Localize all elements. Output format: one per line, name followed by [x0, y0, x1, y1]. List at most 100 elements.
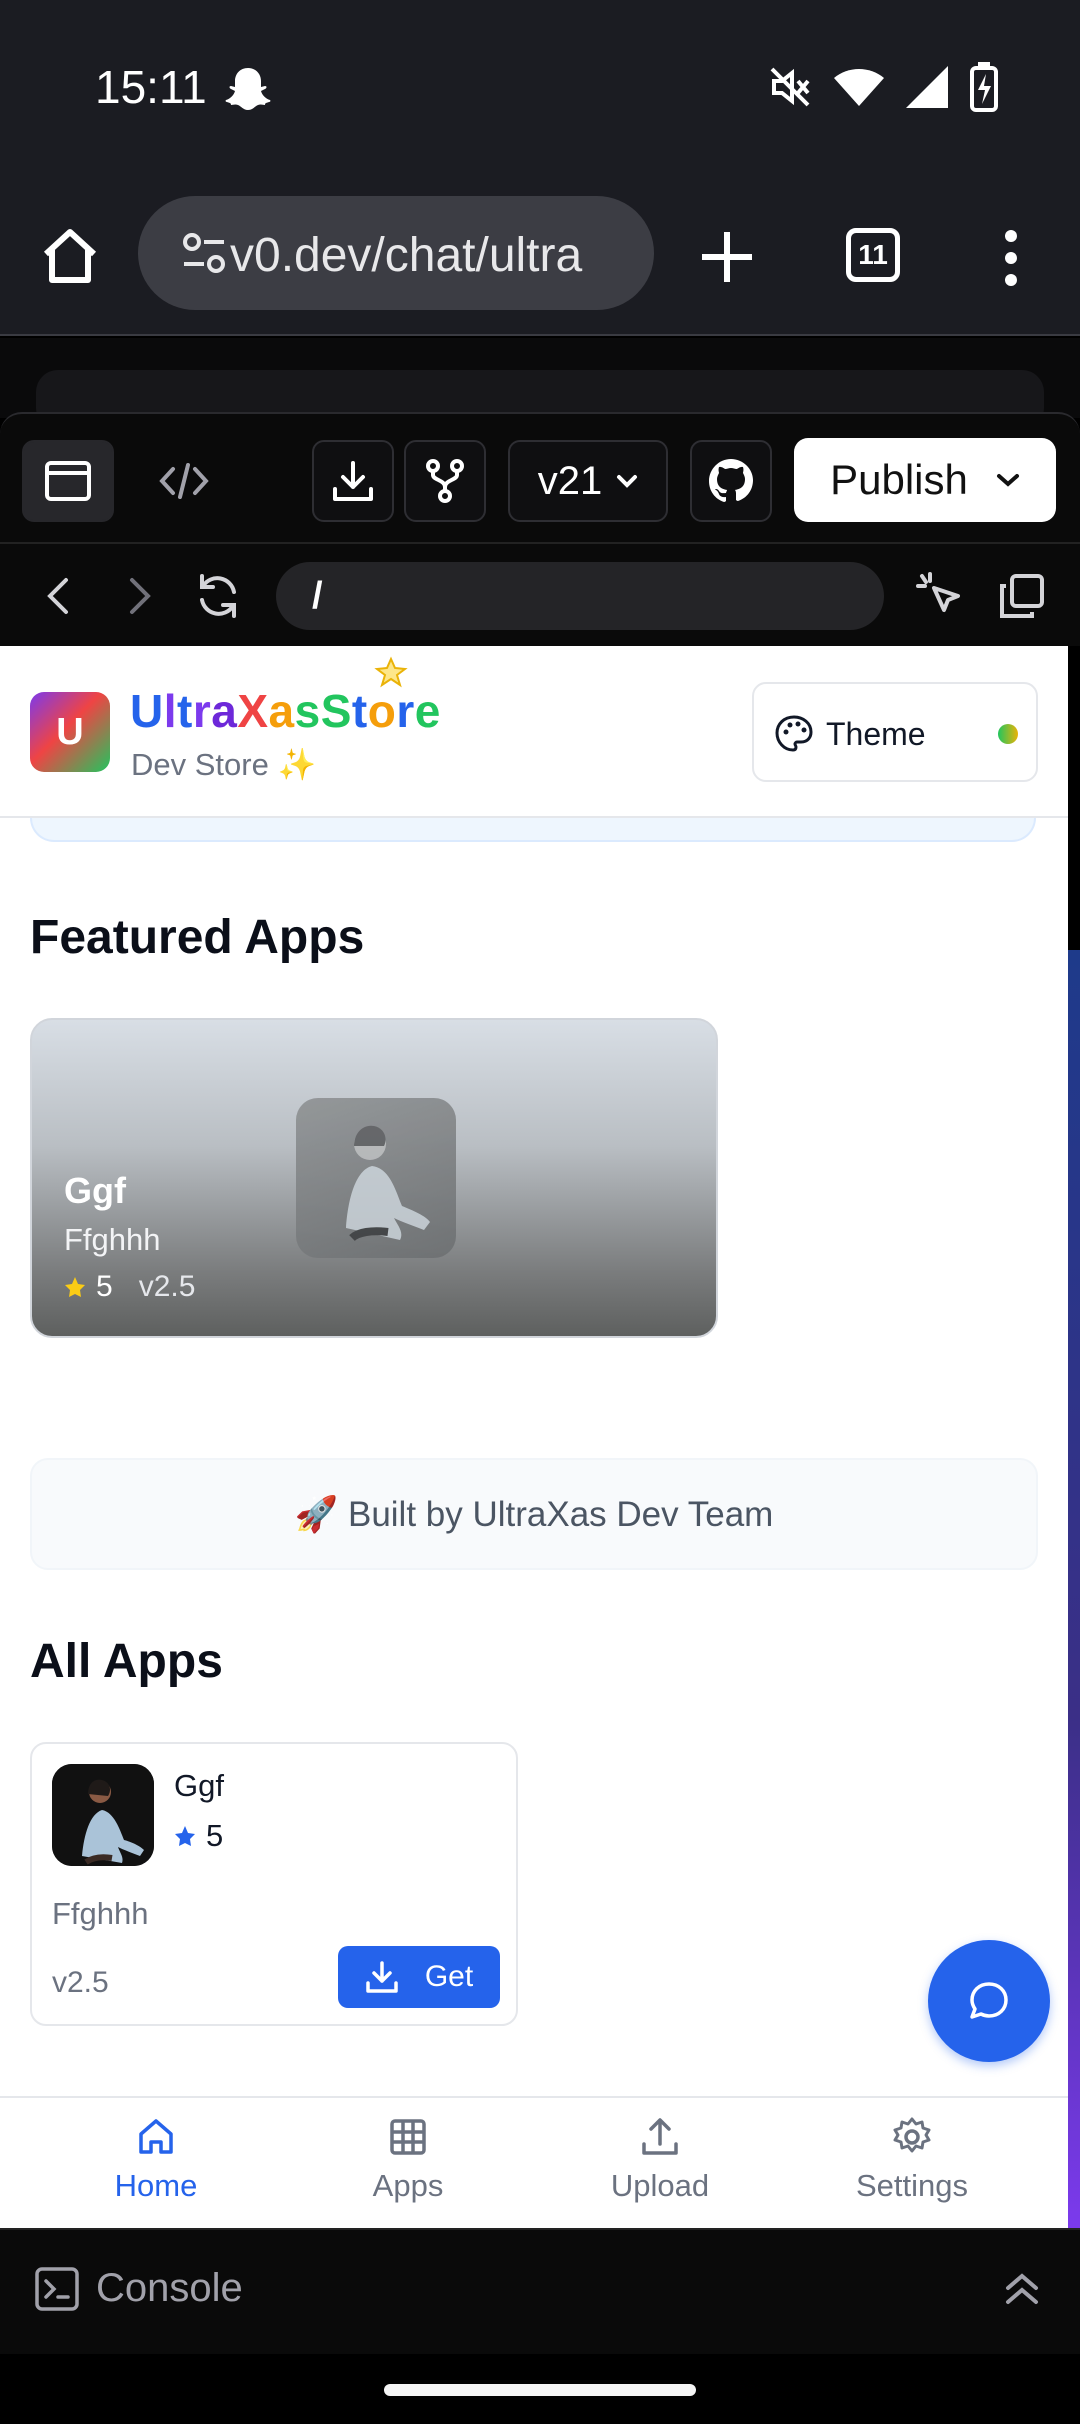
brand-title-letter: e — [414, 685, 441, 737]
star-icon — [175, 1826, 195, 1846]
signal-icon — [906, 66, 948, 108]
get-button[interactable]: Get — [338, 1946, 500, 2008]
nav-home-label: Home — [114, 2168, 198, 2203]
person-photo — [52, 1764, 154, 1866]
tabs-icon[interactable]: 11 — [846, 228, 900, 282]
palette-icon — [775, 715, 813, 752]
fork-button[interactable] — [404, 440, 486, 522]
address-bar[interactable]: v0.dev/chat/ultra — [138, 196, 654, 310]
chat-background — [0, 338, 1080, 430]
brand-title-letter: a — [211, 685, 238, 737]
brand-title-letter: U — [130, 685, 164, 737]
nav-upload[interactable]: Upload — [560, 2116, 760, 2204]
preview-navbar: / — [0, 544, 1080, 646]
back-icon[interactable] — [34, 570, 86, 622]
brand-subtitle: Dev Store ✨ — [131, 747, 317, 782]
brand-title-letter: o — [367, 685, 397, 737]
sparkle-star-icon — [374, 656, 408, 688]
more-icon[interactable] — [986, 226, 1036, 290]
github-button[interactable] — [690, 440, 772, 522]
bottom-navigation: Home Apps Upload Settings — [0, 2096, 1068, 2228]
home-icon — [139, 2119, 173, 2154]
version-label: v21 — [537, 458, 603, 503]
app-header: U UltraXasStore Dev Store ✨ Theme — [0, 646, 1068, 818]
nav-settings-label: Settings — [855, 2168, 968, 2203]
battery-charging-icon — [970, 62, 998, 112]
chat-button[interactable] — [928, 1940, 1050, 2062]
forward-icon[interactable] — [112, 570, 164, 622]
featured-app-meta: 5 v2.5 — [64, 1270, 195, 1304]
download-button[interactable] — [312, 440, 394, 522]
chevron-down-icon — [617, 475, 638, 488]
download-icon — [333, 461, 373, 501]
nav-apps-label: Apps — [372, 2168, 444, 2203]
fork-icon — [426, 459, 464, 503]
side-scroll-accent — [1068, 950, 1080, 2230]
console-label: Console — [96, 2266, 243, 2310]
theme-color-dot — [998, 724, 1018, 744]
app-rating-value: 5 — [206, 1818, 224, 1853]
star-icon — [65, 1277, 85, 1297]
featured-app-description: Ffghhh — [64, 1222, 161, 1257]
code-icon — [159, 463, 209, 499]
home-icon[interactable] — [38, 224, 102, 288]
featured-app-card[interactable]: Ggf Ffghhh 5 v2.5 — [30, 1018, 718, 1338]
get-button-label: Get — [424, 1960, 474, 1993]
nav-settings[interactable]: Settings — [812, 2116, 1012, 2204]
site-settings-icon[interactable] — [180, 232, 228, 276]
refresh-icon[interactable] — [192, 570, 244, 622]
brand-title-letter: t — [177, 685, 193, 737]
download-icon — [366, 1961, 398, 1993]
url-text[interactable]: v0.dev/chat/ultra — [230, 228, 582, 283]
app-preview: U UltraXasStore Dev Store ✨ Theme Featur… — [0, 646, 1068, 2228]
grid-icon — [390, 2119, 426, 2155]
brand-title-letter: S — [320, 685, 352, 737]
console-bar[interactable]: Console — [0, 2228, 1080, 2354]
theme-label: Theme — [826, 716, 926, 752]
app-card[interactable]: Ggf 5 Ffghhh v2.5 Get — [30, 1742, 518, 2026]
home-gesture-bar[interactable] — [384, 2384, 696, 2396]
publish-label: Publish — [830, 456, 968, 503]
brand-title-letter: a — [268, 685, 295, 737]
preview-button[interactable] — [22, 440, 114, 522]
browser-toolbar: v0.dev/chat/ultra 11 — [0, 176, 1080, 336]
person-photo — [346, 1125, 430, 1242]
app-description: Ffghhh — [52, 1896, 149, 1931]
app-thumbnail — [52, 1764, 154, 1866]
publish-button[interactable]: Publish — [794, 438, 1056, 522]
brand-title: UltraXasStore — [130, 684, 441, 738]
snapchat-ghost-icon — [225, 68, 271, 110]
app-version: v2.5 — [52, 1966, 109, 1999]
gear-icon — [893, 2117, 931, 2153]
terminal-icon — [35, 2267, 79, 2311]
brand-title-letter: r — [396, 685, 415, 737]
app-rating: 5 — [174, 1818, 223, 1854]
upload-icon — [642, 2118, 678, 2155]
theme-button[interactable]: Theme — [752, 682, 1038, 782]
code-button[interactable] — [138, 440, 230, 522]
built-by-banner: 🚀 Built by UltraXas Dev Team — [30, 1458, 1038, 1570]
all-apps-heading: All Apps — [30, 1635, 223, 1688]
github-icon — [709, 459, 753, 502]
status-bar: 15:11 — [0, 0, 1080, 176]
open-new-window-icon[interactable] — [996, 570, 1048, 622]
featured-app-name: Ggf — [64, 1170, 126, 1211]
new-tab-icon[interactable] — [698, 228, 756, 286]
status-time: 15:11 — [95, 61, 207, 113]
select-element-icon[interactable] — [914, 570, 966, 622]
gesture-area — [0, 2354, 1080, 2424]
app-name: Ggf — [174, 1768, 224, 1803]
chevron-down-icon — [996, 474, 1019, 487]
version-select[interactable]: v21 — [508, 440, 668, 522]
nav-home[interactable]: Home — [56, 2116, 256, 2204]
chevrons-up-icon[interactable] — [1000, 2266, 1044, 2310]
brand-title-letter: s — [294, 685, 321, 737]
nav-apps[interactable]: Apps — [308, 2116, 508, 2204]
featured-apps-heading: Featured Apps — [30, 911, 365, 964]
featured-app-rating: 5 — [96, 1270, 113, 1303]
preview-icon — [45, 461, 91, 501]
path-input[interactable]: / — [276, 562, 884, 630]
brand-title-letter: t — [351, 685, 368, 737]
v0-toolbar: v21 Publish — [0, 412, 1080, 544]
featured-app-thumbnail — [296, 1098, 456, 1258]
